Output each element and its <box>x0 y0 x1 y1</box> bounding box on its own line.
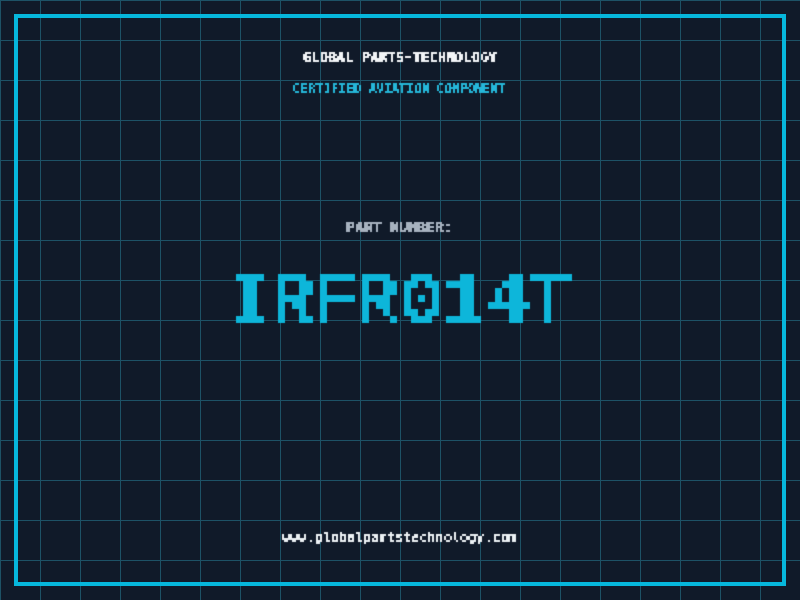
certification-subtitle-row <box>0 77 800 99</box>
part-number-value <box>221 232 579 358</box>
website-url <box>280 524 520 548</box>
brand-title <box>301 44 499 68</box>
brand-title-row <box>0 44 800 68</box>
certification-subtitle <box>291 77 509 99</box>
certificate-screen <box>0 0 800 600</box>
website-url-row <box>0 524 800 548</box>
part-number-value-row <box>0 232 800 358</box>
